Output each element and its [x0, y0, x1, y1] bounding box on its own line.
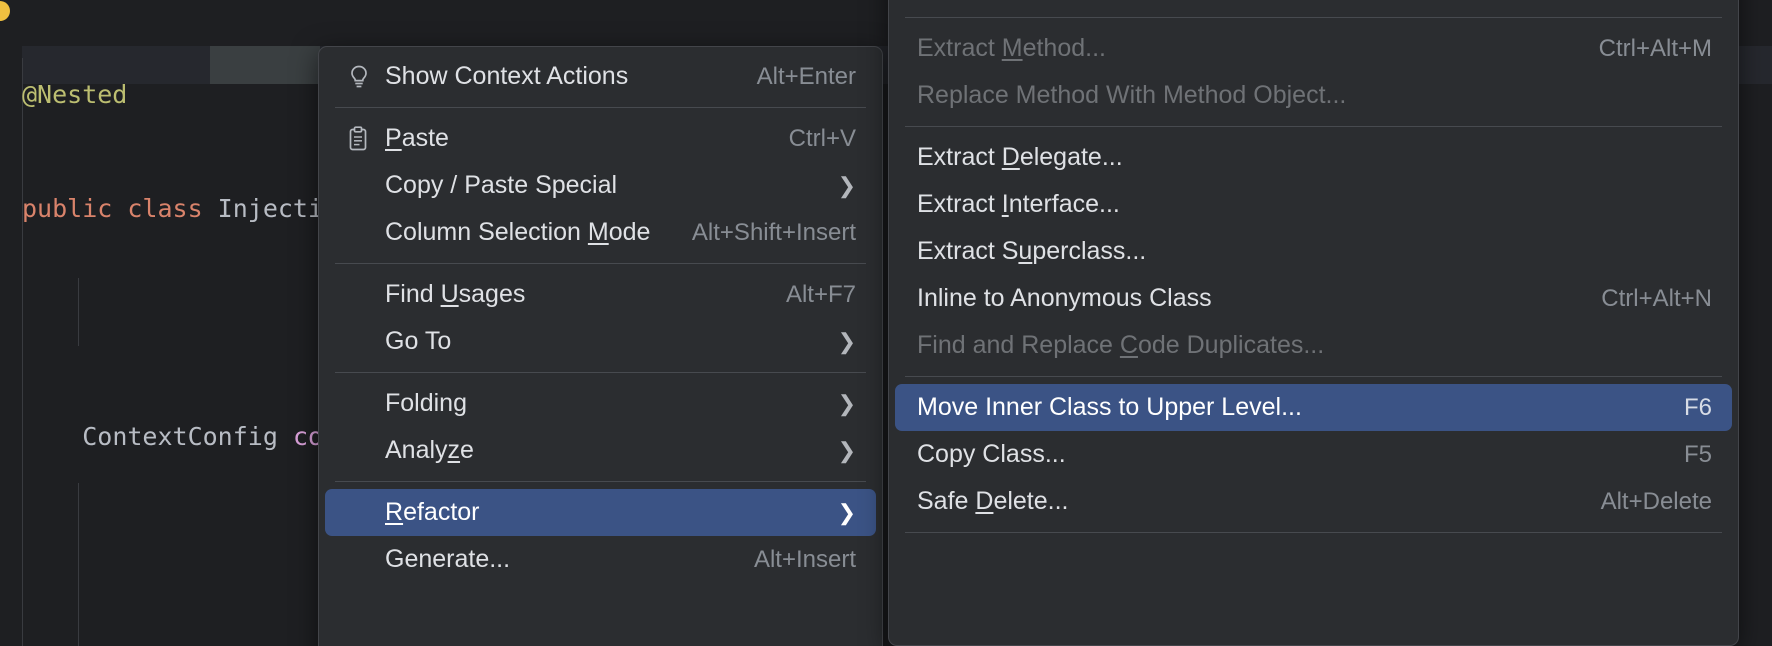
menu-item-label: Inline to Anonymous Class [917, 284, 1577, 313]
menu-item-shortcut: Alt+Shift+Insert [692, 219, 856, 247]
menu-item-shortcut: Alt+Delete [1601, 488, 1712, 516]
menu-item-label: Extract Method... [917, 34, 1575, 63]
menu-item-shortcut: Alt+Enter [757, 63, 856, 91]
menu-item-column-selection-mode[interactable]: Column Selection Mode Alt+Shift+Insert [325, 209, 876, 256]
menu-item-label: Show Context Actions [385, 62, 733, 91]
menu-item-refactor[interactable]: Refactor ❯ [325, 489, 876, 536]
refactor-submenu[interactable]: Introduce Parameter Object... Extract Me… [888, 0, 1739, 646]
menu-item-shortcut: F6 [1684, 394, 1712, 422]
menu-item-label: Find Usages [385, 280, 762, 309]
menu-item-label: Refactor [385, 498, 820, 527]
mnemonic-letter: M [588, 218, 609, 246]
menu-item-label: Folding [385, 389, 820, 418]
menu-separator [335, 263, 866, 264]
menu-item-label: Move Inner Class to Upper Level... [917, 393, 1660, 422]
menu-item-label: Generate... [385, 545, 730, 574]
menu-item-label: Paste [385, 124, 765, 153]
menu-item-shortcut: Alt+Insert [754, 546, 856, 574]
menu-item-copy-class[interactable]: Copy Class... F5 [895, 431, 1732, 478]
menu-separator [335, 372, 866, 373]
menu-item-label: Extract Delegate... [917, 143, 1712, 172]
chevron-right-icon: ❯ [838, 393, 856, 415]
clipboard-icon [347, 126, 385, 152]
menu-item-label: Safe Delete... [917, 487, 1577, 516]
mnemonic-letter: D [975, 487, 993, 515]
mnemonic-letter: U [441, 280, 459, 308]
menu-item-shortcut: Ctrl+V [789, 125, 856, 153]
mnemonic-letter: R [385, 498, 403, 526]
menu-item-show-context-actions[interactable]: Show Context Actions Alt+Enter [325, 53, 876, 100]
menu-item-label: Copy Class... [917, 440, 1660, 469]
code-text: @Nested public class Injecti ContextConf… [22, 0, 342, 646]
menu-item-find-usages[interactable]: Find Usages Alt+F7 [325, 271, 876, 318]
menu-item-find-and-replace-code-duplicates[interactable]: Find and Replace Code Duplicates... [895, 322, 1732, 369]
ide-screen: @Nested public class Injecti ContextConf… [0, 0, 1772, 646]
menu-item-safe-delete[interactable]: Safe Delete... Alt+Delete [895, 478, 1732, 525]
menu-item-label: Column Selection Mode [385, 218, 668, 247]
mnemonic-letter: D [1002, 143, 1020, 171]
editor-gutter[interactable] [0, 0, 22, 646]
menu-item-shortcut: Ctrl+Alt+M [1599, 35, 1712, 63]
mnemonic-letter: M [1002, 34, 1023, 62]
mnemonic-letter: z [448, 436, 461, 464]
mnemonic-letter: C [1120, 331, 1138, 359]
menu-item-label: Go To [385, 327, 820, 356]
menu-separator [905, 17, 1722, 18]
menu-item-extract-method[interactable]: Extract Method... Ctrl+Alt+M [895, 25, 1732, 72]
menu-item-extract-delegate[interactable]: Extract Delegate... [895, 134, 1732, 181]
lightbulb-icon [347, 64, 385, 90]
menu-item-analyze[interactable]: Analyze ❯ [325, 427, 876, 474]
menu-item-introduce-parameter-object[interactable]: Introduce Parameter Object... [895, 0, 1732, 10]
menu-separator [905, 126, 1722, 127]
menu-separator [905, 376, 1722, 377]
menu-item-generate[interactable]: Generate... Alt+Insert [325, 536, 876, 583]
menu-item-label: Extract Interface... [917, 190, 1712, 219]
menu-separator [905, 532, 1722, 533]
menu-item-inline-to-anonymous-class[interactable]: Inline to Anonymous Class Ctrl+Alt+N [895, 275, 1732, 322]
menu-item-replace-method-with-method-object[interactable]: Replace Method With Method Object... [895, 72, 1732, 119]
menu-item-paste[interactable]: Paste Ctrl+V [325, 115, 876, 162]
chevron-right-icon: ❯ [838, 440, 856, 462]
mnemonic-letter: P [385, 124, 402, 152]
menu-item-folding[interactable]: Folding ❯ [325, 380, 876, 427]
menu-item-shortcut: Ctrl+Alt+N [1601, 285, 1712, 313]
menu-item-label: Copy / Paste Special [385, 171, 820, 200]
menu-item-extract-superclass[interactable]: Extract Superclass... [895, 228, 1732, 275]
menu-item-go-to[interactable]: Go To ❯ [325, 318, 876, 365]
menu-item-extract-interface[interactable]: Extract Interface... [895, 181, 1732, 228]
menu-item-label: Analyze [385, 436, 820, 465]
menu-item-label: Find and Replace Code Duplicates... [917, 331, 1712, 360]
run-gutter-icon[interactable] [0, 1, 10, 21]
chevron-right-icon: ❯ [838, 331, 856, 353]
mnemonic-letter: u [1018, 237, 1032, 265]
menu-item-copy-paste-special[interactable]: Copy / Paste Special ❯ [325, 162, 876, 209]
menu-separator [335, 107, 866, 108]
menu-separator [335, 481, 866, 482]
menu-item-label: Extract Superclass... [917, 237, 1712, 266]
mnemonic-letter: I [1002, 190, 1009, 218]
menu-item-shortcut: Alt+F7 [786, 281, 856, 309]
editor-context-menu[interactable]: Show Context Actions Alt+Enter Paste Ctr… [318, 46, 883, 646]
chevron-right-icon: ❯ [838, 175, 856, 197]
menu-item-shortcut: F5 [1684, 441, 1712, 469]
menu-item-label: Replace Method With Method Object... [917, 81, 1712, 110]
menu-item-label: Introduce Parameter Object... [917, 0, 1712, 1]
chevron-right-icon: ❯ [838, 502, 856, 524]
menu-item-move-inner-class-to-upper-level[interactable]: Move Inner Class to Upper Level... F6 [895, 384, 1732, 431]
